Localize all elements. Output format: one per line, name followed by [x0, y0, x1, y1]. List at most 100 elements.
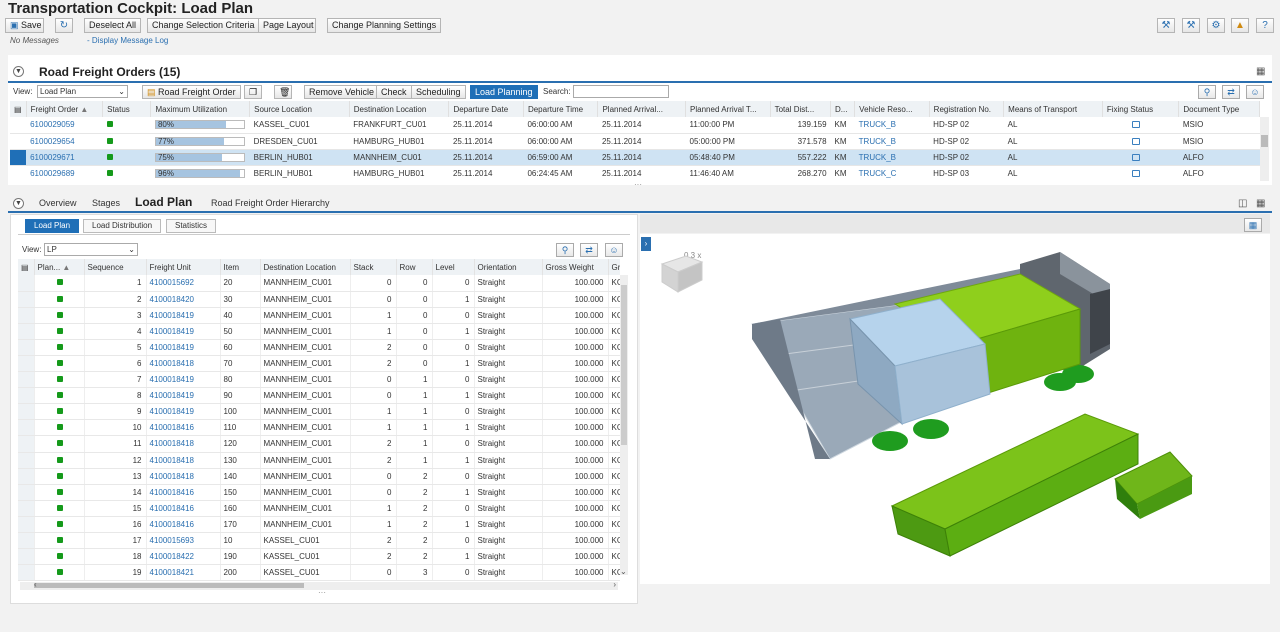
- col-freight-unit[interactable]: Freight Unit: [146, 259, 221, 275]
- freight-unit-link[interactable]: 4100018418: [146, 355, 221, 373]
- scrollbar-thumb[interactable]: [1261, 135, 1268, 147]
- road-freight-order-button[interactable]: ▤ Road Freight Order: [142, 85, 241, 99]
- col-source-location[interactable]: Source Location: [249, 101, 350, 117]
- lp-user-settings-icon[interactable]: ☺: [605, 243, 623, 257]
- col-sequence[interactable]: Sequence: [84, 259, 147, 275]
- rfo-table-row[interactable]: 6100029671 75% BERLIN_HUB01 MANNHEIM_CU01 25…: [10, 149, 1260, 166]
- remove-vehicle-button[interactable]: Remove Vehicle: [304, 85, 380, 99]
- row-selector[interactable]: [10, 165, 27, 181]
- lp-scrollbar[interactable]: [620, 275, 628, 575]
- lp-table-row[interactable]: 9 4100018419 100 MANNHEIM_CU01 1 1 0 Straight 10…: [18, 403, 620, 421]
- unlock-icon[interactable]: [1132, 137, 1141, 145]
- lp-table-row[interactable]: 17 4100015693 10 KASSEL_CU01 2 2 0 Straight 100.…: [18, 532, 620, 550]
- viewer-fullscreen-icon[interactable]: ▦: [1244, 218, 1262, 232]
- lp-table-row[interactable]: 4 4100018419 50 MANNHEIM_CU01 1 0 1 Straight 100…: [18, 323, 620, 340]
- rfo-scrollbar[interactable]: [1260, 117, 1269, 181]
- freight-unit-link[interactable]: 4100018419: [146, 403, 221, 421]
- col-registration-no[interactable]: Registration No.: [929, 101, 1005, 117]
- vehicle-resource-link[interactable]: TRUCK_B: [854, 133, 930, 150]
- subtab-load-distribution[interactable]: Load Distribution: [83, 219, 162, 233]
- vehicle-resource-link[interactable]: TRUCK_B: [854, 149, 930, 166]
- freight-unit-link[interactable]: 4100018419: [146, 371, 221, 389]
- scroll-down-icon[interactable]: ⌄: [620, 567, 627, 576]
- freight-unit-link[interactable]: 4100018416: [146, 419, 221, 437]
- freight-unit-link[interactable]: 4100018418: [146, 452, 221, 469]
- row-selector[interactable]: [18, 371, 35, 389]
- col-gross-weight-unit[interactable]: Gro: [608, 259, 620, 275]
- lp-table-row[interactable]: 2 4100018420 30 MANNHEIM_CU01 0 0 1 Straight 100…: [18, 291, 620, 308]
- col-level[interactable]: Level: [432, 259, 475, 275]
- row-selector[interactable]: [18, 548, 35, 566]
- lp-table-row[interactable]: 12 4100018418 130 MANNHEIM_CU01 2 1 1 Straight 1…: [18, 452, 620, 469]
- col-departure-time[interactable]: Departure Time: [523, 101, 599, 117]
- row-selector[interactable]: [18, 275, 35, 292]
- col-plan-status[interactable]: Plan... ▲: [34, 259, 85, 275]
- deselect-all-button[interactable]: Deselect All: [84, 18, 142, 33]
- row-selector[interactable]: [10, 117, 27, 134]
- subtab-load-plan[interactable]: Load Plan: [25, 219, 80, 233]
- display-message-log-link[interactable]: - Display Message Log: [87, 36, 168, 45]
- scroll-left-icon[interactable]: ‹: [34, 580, 37, 589]
- scroll-right-icon[interactable]: ›: [613, 580, 616, 589]
- col-departure-date[interactable]: Departure Date: [448, 101, 524, 117]
- lp-table-row[interactable]: 19 4100018421 200 KASSEL_CU01 0 3 0 Straight 100…: [18, 564, 620, 581]
- col-vehicle-resource[interactable]: Vehicle Reso...: [854, 101, 930, 117]
- freight-unit-link[interactable]: 4100018421: [146, 564, 221, 581]
- lp-table-row[interactable]: 11 4100018418 120 MANNHEIM_CU01 2 1 0 Straight 1…: [18, 435, 620, 453]
- resize-handle[interactable]: ···: [634, 180, 642, 189]
- collapse-detail-icon[interactable]: ▼: [13, 198, 24, 209]
- row-selector[interactable]: [18, 435, 35, 453]
- lp-table-row[interactable]: 10 4100018416 110 MANNHEIM_CU01 1 1 1 Straight 1…: [18, 419, 620, 437]
- freight-unit-link[interactable]: 4100018419: [146, 307, 221, 324]
- col-destination-location[interactable]: Destination Location: [349, 101, 450, 117]
- unlock-icon[interactable]: [1132, 169, 1141, 177]
- copy-icon[interactable]: ❐: [244, 85, 262, 99]
- col-gross-weight[interactable]: Gross Weight: [542, 259, 609, 275]
- row-selector[interactable]: [18, 387, 35, 405]
- lp-table-row[interactable]: 18 4100018422 190 KASSEL_CU01 2 2 1 Straight 100…: [18, 548, 620, 566]
- lp-table-row[interactable]: 6 4100018418 70 MANNHEIM_CU01 2 0 1 Straight 100…: [18, 355, 620, 373]
- lp-export-icon[interactable]: ⇄: [580, 243, 598, 257]
- lp-view-select[interactable]: LP ⌄: [44, 243, 138, 256]
- freight-unit-link[interactable]: 4100015692: [146, 275, 221, 292]
- wrench-icon[interactable]: ⚒: [1157, 18, 1175, 33]
- change-selection-criteria-button[interactable]: Change Selection Criteria: [147, 18, 260, 33]
- zoom-icon[interactable]: ⚲: [1198, 85, 1216, 99]
- scrollbar-thumb[interactable]: [34, 583, 304, 588]
- freight-order-link[interactable]: 6100029059: [26, 117, 103, 134]
- 3d-load-scene[interactable]: [640, 234, 1270, 584]
- navigation-cube-icon[interactable]: [660, 255, 704, 293]
- fullscreen-icon[interactable]: ▦: [1256, 66, 1265, 77]
- col-orientation[interactable]: Orientation: [474, 259, 543, 275]
- folder-icon[interactable]: ◫: [1238, 198, 1247, 209]
- freight-unit-link[interactable]: 4100018419: [146, 387, 221, 405]
- lp-table-row[interactable]: 13 4100018418 140 MANNHEIM_CU01 0 2 0 Straight 1…: [18, 468, 620, 485]
- lp-table-row[interactable]: 7 4100018419 80 MANNHEIM_CU01 0 1 0 Straight 100…: [18, 371, 620, 389]
- refresh-icon[interactable]: ↻: [55, 18, 73, 33]
- col-distance-unit[interactable]: D...: [830, 101, 856, 117]
- col-total-distance[interactable]: Total Dist...: [770, 101, 832, 117]
- unlock-icon[interactable]: [1132, 153, 1141, 161]
- select-all-icon[interactable]: ▤: [10, 101, 27, 117]
- row-selector[interactable]: [18, 291, 35, 308]
- col-item[interactable]: Item: [220, 259, 261, 275]
- scrollbar-thumb[interactable]: [621, 285, 627, 445]
- tab-road-freight-order-hierarchy[interactable]: Road Freight Order Hierarchy: [211, 198, 330, 208]
- tools-icon[interactable]: ⚒: [1182, 18, 1200, 33]
- hierarchy-icon[interactable]: ▲: [1231, 18, 1249, 33]
- col-means-of-transport[interactable]: Means of Transport: [1003, 101, 1103, 117]
- row-selector[interactable]: [18, 484, 35, 501]
- rfo-table-row[interactable]: 6100029689 96% BERLIN_HUB01 HAMBURG_HUB01 25…: [10, 165, 1260, 181]
- row-selector[interactable]: [18, 468, 35, 485]
- rfo-view-select[interactable]: Load Plan ⌄: [37, 85, 128, 98]
- help-icon[interactable]: ?: [1256, 18, 1274, 33]
- row-selector[interactable]: [18, 323, 35, 340]
- row-selector[interactable]: [18, 452, 35, 469]
- col-max-utilization[interactable]: Maximum Utilization: [150, 101, 251, 117]
- page-layout-button[interactable]: Page Layout: [258, 18, 316, 33]
- row-selector[interactable]: [18, 339, 35, 356]
- row-selector[interactable]: [10, 149, 27, 166]
- freight-unit-link[interactable]: 4100018418: [146, 468, 221, 485]
- freight-unit-link[interactable]: 4100018420: [146, 291, 221, 308]
- row-selector[interactable]: [18, 355, 35, 373]
